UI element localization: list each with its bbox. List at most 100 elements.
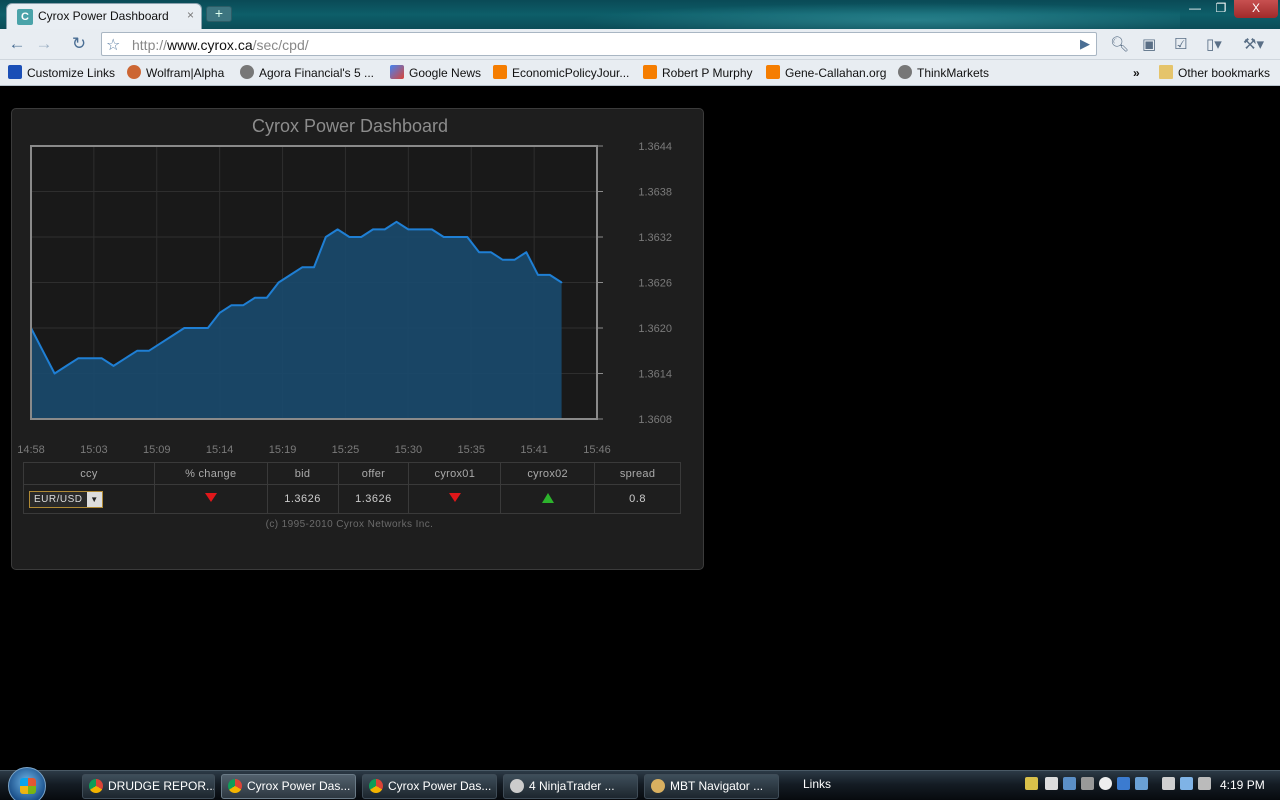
column-header-ccy: ccy (23, 462, 155, 485)
forward-arrow-icon[interactable]: → (33, 34, 55, 54)
bookmark-google-news[interactable]: Google News (390, 64, 481, 82)
search-icon[interactable]: 🔍︎ (1110, 35, 1129, 53)
bookmark-label: Customize Links (27, 66, 116, 80)
reload-icon[interactable]: ↻ (68, 34, 90, 54)
data-point (159, 342, 162, 344)
data-point (254, 296, 256, 299)
data-point (230, 304, 233, 307)
maximize-button[interactable]: ❐ (1208, 0, 1234, 18)
copyright-text: (c) 1995-2010 Cyrox Networks Inc. (265, 519, 434, 530)
column-header-bid: bid (266, 462, 339, 485)
data-point (289, 274, 292, 276)
tray-app-icon[interactable] (1162, 777, 1175, 790)
bookmark-economic-policy-journal[interactable]: EconomicPolicyJour... (493, 64, 629, 82)
bookmark-robert-p-murphy[interactable]: Robert P Murphy (643, 64, 753, 82)
tray-network-icon[interactable] (1180, 777, 1193, 790)
close-tab-icon[interactable]: × (187, 8, 194, 22)
bookmark-label: Agora Financial's 5 ... (259, 66, 375, 80)
chevron-down-icon[interactable]: ▼ (87, 491, 102, 507)
url-text: http://www.cyrox.ca/sec/cpd/ (132, 37, 309, 53)
blogger-icon (643, 65, 657, 79)
data-point (454, 236, 457, 238)
browser-toolbar: ← → ↻ ☆ http://www.cyrox.ca/sec/cpd/ ▶ 🔍… (0, 29, 1280, 60)
taskbar-button-drudge[interactable]: DRUDGE REPOR... (82, 774, 215, 799)
quote-table-header-row: ccy % change bid offer cyrox01 cyrox02 s… (23, 462, 681, 485)
data-point (148, 349, 150, 352)
taskbar-button-ninjatrader[interactable]: 4 NinjaTrader ... (503, 774, 638, 799)
wireless-icon[interactable] (1135, 777, 1148, 790)
data-point (195, 327, 197, 329)
ninjatrader-icon (510, 779, 524, 793)
checklist-extension-icon[interactable]: ☑ (1174, 35, 1187, 53)
start-button[interactable] (8, 767, 46, 800)
tray-app-icon[interactable] (1081, 777, 1094, 790)
windows-taskbar: DRUDGE REPOR... Cyrox Power Das... Cyrox… (0, 767, 1280, 800)
data-point (490, 251, 492, 253)
data-point (183, 327, 186, 329)
taskbar-button-cyrox-1[interactable]: Cyrox Power Das... (221, 774, 356, 799)
taskbar-button-mbt-navigator[interactable]: MBT Navigator ... (644, 774, 779, 799)
bookmark-label: EconomicPolicyJour... (512, 66, 630, 80)
data-point (348, 236, 351, 238)
data-point (277, 281, 280, 284)
data-point (207, 327, 209, 329)
bookmark-agora-financial[interactable]: Agora Financial's 5 ... (240, 64, 374, 82)
tray-app-icon[interactable] (1025, 777, 1038, 790)
data-point (372, 228, 374, 231)
bookmark-label: ThinkMarkets (917, 66, 990, 80)
tray-app-icon[interactable] (1045, 777, 1058, 790)
other-bookmarks-folder[interactable]: Other bookmarks (1159, 64, 1270, 82)
data-point (407, 228, 410, 231)
dashboard-panel: 14:58 15:03 15:09 15:14 15:19 15:25 15:30 15:35… (11, 108, 704, 570)
data-point (136, 349, 138, 352)
column-header-cyrox02: cyrox02 (500, 462, 596, 485)
wrench-menu-icon[interactable]: ⚒▾ (1243, 35, 1264, 53)
go-arrow-icon[interactable]: ▶ (1080, 36, 1090, 52)
tray-app-icon[interactable] (1099, 777, 1112, 790)
data-point (65, 365, 68, 367)
address-bar[interactable]: ☆ http://www.cyrox.ca/sec/cpd/ ▶ (101, 32, 1097, 56)
cyrox01-cell (408, 484, 502, 514)
taskbar-button-label: 4 NinjaTrader ... (529, 779, 615, 793)
data-point (100, 357, 103, 360)
bookmark-wolfram-alpha[interactable]: Wolfram|Alpha (127, 64, 224, 82)
bookmark-gene-callahan[interactable]: Gene-Callahan.org (766, 64, 886, 82)
price-chart: 14:58 15:03 15:09 15:14 15:19 15:25 15:30 15:35… (17, 116, 672, 456)
y-tick-label: 1.3638 (638, 187, 672, 199)
tab-cyrox-power-dashboard[interactable]: C Cyrox Power Dashboard × (6, 3, 202, 29)
bookmark-customize-links[interactable]: Customize Links (8, 64, 115, 82)
back-arrow-icon[interactable]: ← (6, 34, 28, 54)
other-bookmarks-label: Other bookmarks (1178, 66, 1271, 80)
down-arrow-icon (204, 493, 217, 502)
bookmark-star-icon[interactable]: ☆ (106, 35, 120, 55)
y-tick-label: 1.3614 (638, 369, 672, 381)
page-menu-icon[interactable]: ▯▾ (1206, 35, 1222, 53)
data-point (124, 357, 127, 360)
taskbar-links-toolbar[interactable]: Links (803, 777, 831, 791)
x-tick-label: 15:14 (206, 444, 234, 456)
x-tick-label: 15:35 (457, 444, 485, 456)
column-header-spread: spread (594, 462, 681, 485)
bookmark-thinkmarkets[interactable]: ThinkMarkets (898, 64, 989, 82)
currency-select[interactable]: EUR/USD ▼ (29, 490, 103, 508)
bluetooth-icon[interactable] (1117, 777, 1130, 790)
extension-icon[interactable]: ▣ (1142, 35, 1156, 53)
quote-table: ccy % change bid offer cyrox01 cyrox02 s… (23, 462, 681, 514)
folder-icon (1159, 65, 1173, 79)
close-window-button[interactable]: X (1234, 0, 1278, 18)
bookmarks-overflow-chevron-icon[interactable]: » (1133, 64, 1140, 82)
data-point (560, 281, 563, 284)
data-point (431, 228, 433, 231)
new-tab-button[interactable]: + (206, 6, 232, 22)
data-point (41, 349, 44, 352)
taskbar-button-cyrox-2[interactable]: Cyrox Power Das... (362, 774, 497, 799)
wolfram-icon (127, 65, 141, 79)
y-tick-label: 1.3632 (638, 232, 672, 244)
data-point (549, 274, 551, 276)
taskbar-clock: 4:19 PM (1220, 778, 1265, 792)
network-icon[interactable] (1063, 777, 1076, 790)
table-row: EUR/USD ▼ 1.3626 1.3626 0.8 (23, 484, 681, 514)
data-point (395, 221, 398, 223)
minimize-button[interactable]: — (1182, 0, 1208, 18)
volume-icon[interactable] (1198, 777, 1211, 790)
